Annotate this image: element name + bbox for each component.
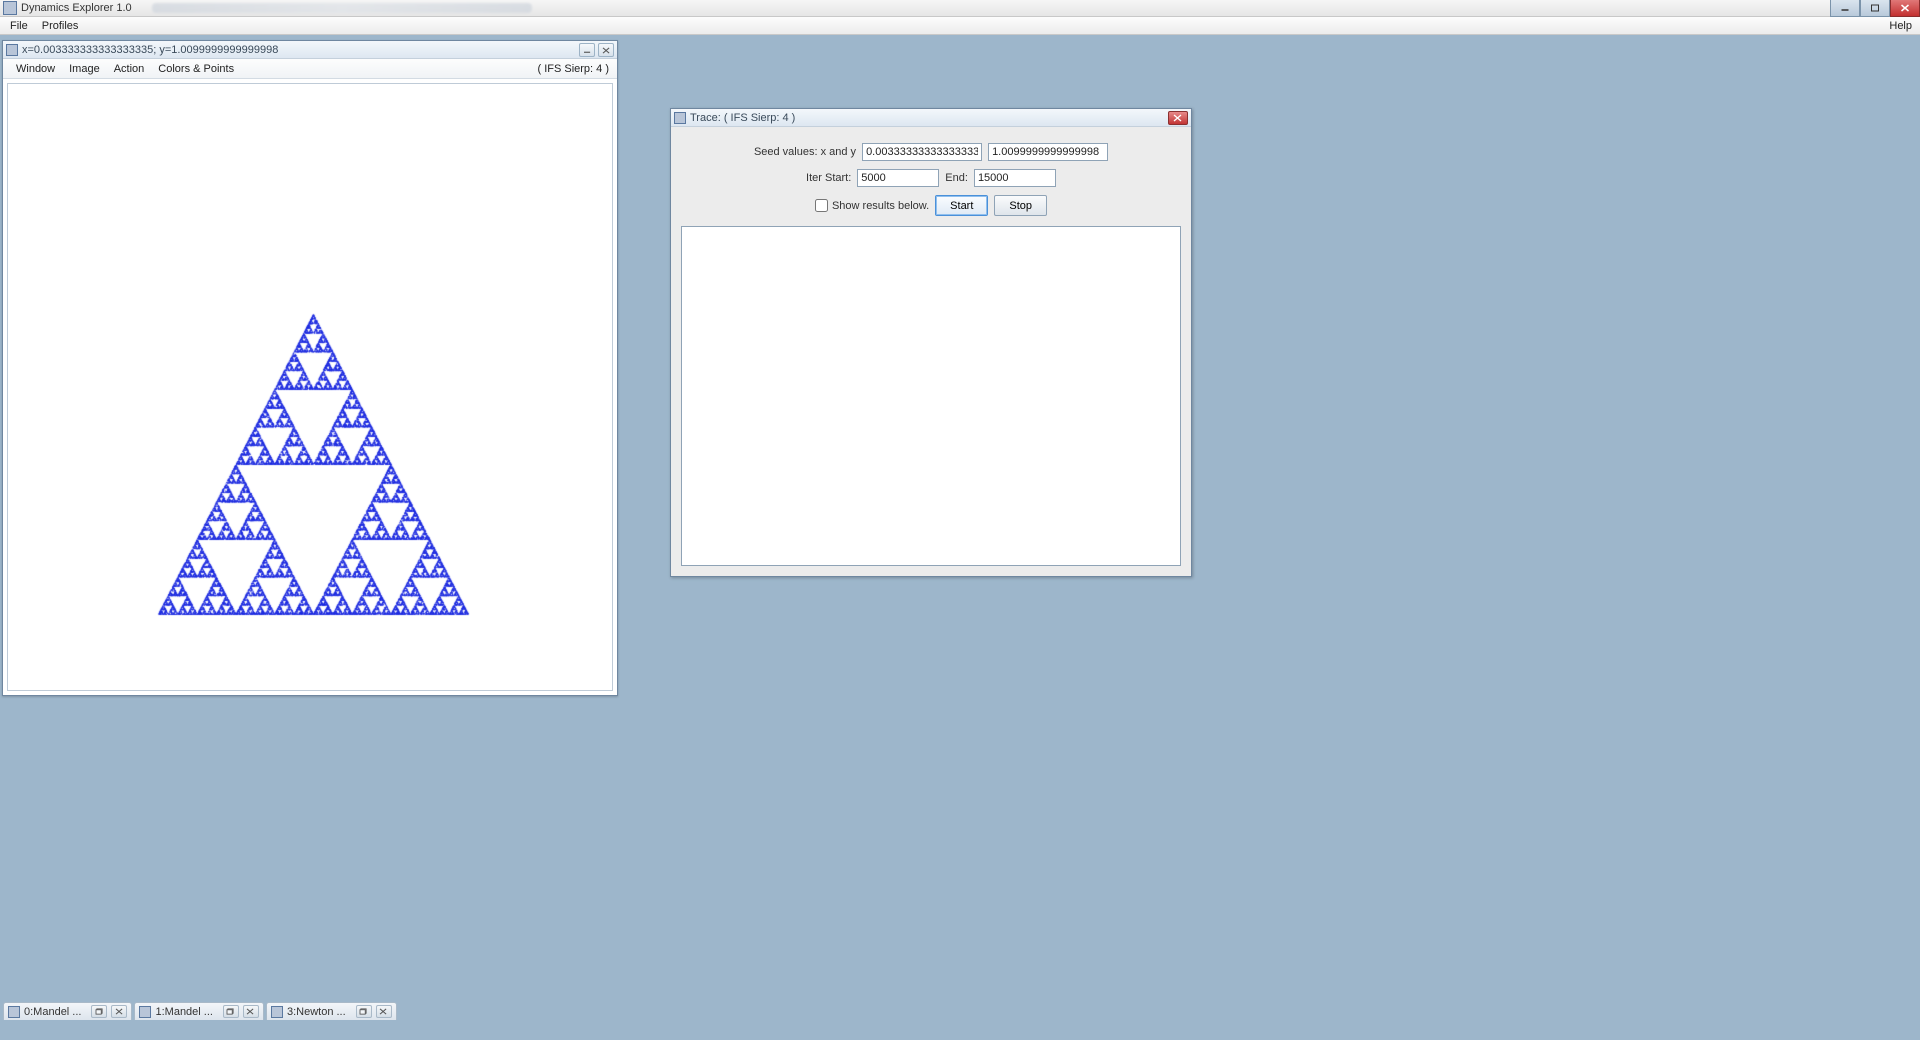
fractal-coord-title: x=0.003333333333333335; y=1.009999999999… [22,44,278,56]
restore-icon [359,1008,368,1015]
close-icon [1900,4,1911,12]
fractal-menubar: Window Image Action Colors & Points ( IF… [3,59,617,79]
menu-action[interactable]: Action [107,62,152,76]
task-close-button[interactable] [111,1005,127,1018]
fractal-canvas-wrap [7,83,613,691]
fractal-minimize-button[interactable] [579,43,595,57]
task-item[interactable]: 1:Mandel ... [134,1002,263,1020]
app-titlebar: Dynamics Explorer 1.0 [0,0,1920,17]
trace-titlebar[interactable]: Trace: ( IFS Sierp: 4 ) [671,109,1191,127]
fractal-right-label: ( IFS Sierp: 4 ) [537,63,617,75]
menu-image[interactable]: Image [62,62,107,76]
iter-row: Iter Start: End: [681,169,1181,187]
trace-window-icon [674,112,686,124]
trace-title: Trace: ( IFS Sierp: 4 ) [690,112,795,124]
maximize-icon [1870,4,1881,12]
seed-row: Seed values: x and y [681,143,1181,161]
app-menubar: File Profiles Help [0,17,1920,35]
task-item[interactable]: 3:Newton ... [266,1002,397,1020]
app-minimize-button[interactable] [1830,0,1860,17]
close-icon [379,1008,388,1015]
window-controls [1830,0,1920,17]
show-results-checkbox[interactable] [815,199,828,212]
app-title: Dynamics Explorer 1.0 [21,2,132,14]
stop-button[interactable]: Stop [994,195,1047,216]
fractal-close-button[interactable] [598,43,614,57]
minimize-icon [583,47,592,54]
menu-help[interactable]: Help [1882,19,1920,33]
mdi-taskbar: 0:Mandel ... 1:Mandel ... 3:Newton ... [0,1000,1920,1020]
close-icon [602,47,611,54]
iter-start-label: Iter Start: [806,172,851,184]
doc-icon [271,1006,283,1018]
menu-window[interactable]: Window [9,62,62,76]
minimize-icon [1840,4,1851,12]
task-label: 1:Mandel ... [155,1006,218,1018]
task-restore-button[interactable] [223,1005,239,1018]
doc-icon [139,1006,151,1018]
app-icon [3,1,17,15]
fractal-titlebar[interactable]: x=0.003333333333333335; y=1.009999999999… [3,41,617,59]
task-item[interactable]: 0:Mandel ... [3,1002,132,1020]
results-area[interactable] [681,226,1181,566]
seed-y-input[interactable] [988,143,1108,161]
app-close-button[interactable] [1890,0,1920,17]
task-close-button[interactable] [243,1005,259,1018]
seed-label: Seed values: x and y [754,146,856,158]
start-button[interactable]: Start [935,195,988,216]
close-icon [115,1008,124,1015]
doc-icon [8,1006,20,1018]
iter-end-input[interactable] [974,169,1056,187]
menu-file[interactable]: File [3,19,35,33]
iter-end-label: End: [945,172,968,184]
task-restore-button[interactable] [91,1005,107,1018]
task-label: 3:Newton ... [287,1006,352,1018]
buttons-row: Show results below. Start Stop [681,195,1181,216]
task-restore-button[interactable] [356,1005,372,1018]
show-results-label: Show results below. [832,200,929,212]
close-icon [1173,114,1183,122]
task-label: 0:Mandel ... [24,1006,87,1018]
task-close-button[interactable] [376,1005,392,1018]
fractal-window-icon [6,44,18,56]
iter-start-input[interactable] [857,169,939,187]
restore-icon [95,1008,104,1015]
app-maximize-button[interactable] [1860,0,1890,17]
menu-profiles[interactable]: Profiles [35,19,86,33]
menu-colors-points[interactable]: Colors & Points [151,62,241,76]
trace-close-button[interactable] [1168,111,1188,125]
trace-dialog: Trace: ( IFS Sierp: 4 ) Seed values: x a… [670,108,1192,577]
seed-x-input[interactable] [862,143,982,161]
close-icon [246,1008,255,1015]
fractal-window: x=0.003333333333333335; y=1.009999999999… [2,40,618,696]
blurred-tabs [152,3,532,13]
fractal-canvas[interactable] [8,84,612,690]
mdi-client: x=0.003333333333333335; y=1.009999999999… [0,35,1920,1020]
restore-icon [226,1008,235,1015]
